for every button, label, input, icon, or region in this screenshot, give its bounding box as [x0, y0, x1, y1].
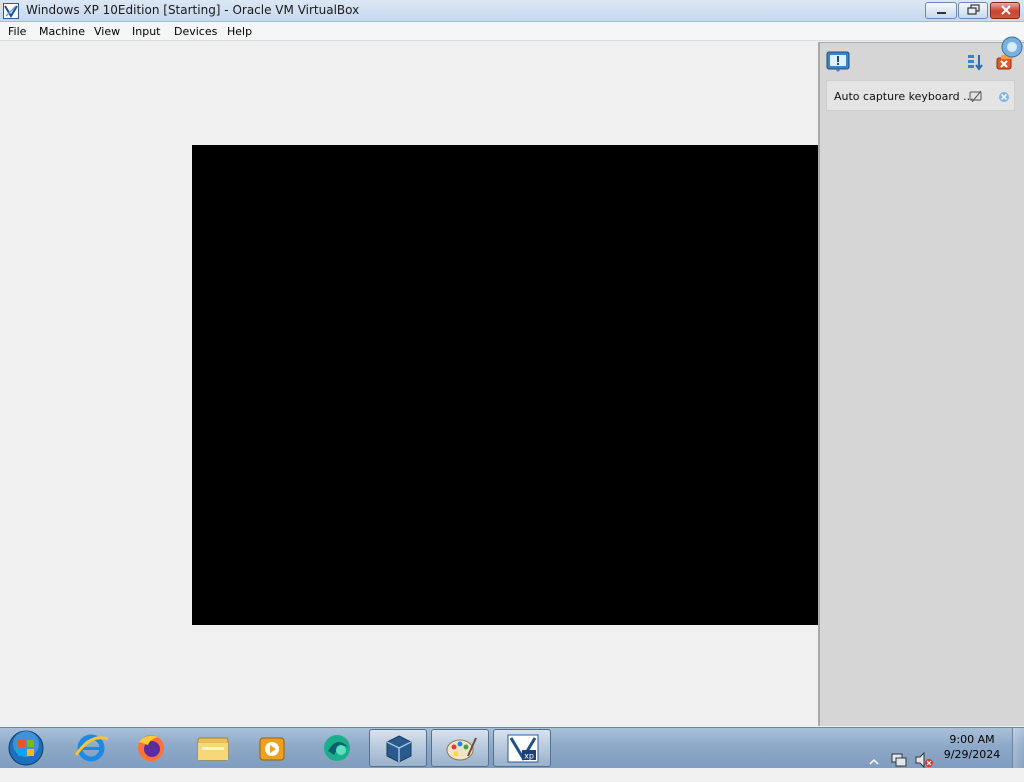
taskbar-virtualbox[interactable]	[369, 729, 427, 767]
maximize-icon	[967, 4, 980, 15]
media-player-icon	[259, 737, 285, 761]
taskbar-file-explorer[interactable]	[184, 729, 242, 767]
virtualbox-icon	[386, 735, 412, 763]
network-icon[interactable]	[890, 740, 908, 780]
menu-file[interactable]: File	[8, 25, 26, 38]
notification-icon[interactable]	[826, 51, 850, 73]
window-title: Windows XP 10Edition [Starting] - Oracle…	[26, 3, 360, 17]
file-explorer-icon	[197, 737, 229, 761]
taskbar-paint[interactable]	[431, 729, 489, 767]
firefox-icon	[138, 735, 164, 761]
taskbar-clock[interactable]: 9:00 AM 9/29/2024	[940, 732, 1004, 762]
menu-input[interactable]: Input	[132, 25, 160, 38]
windows-xp-vm-icon: xp	[507, 734, 539, 763]
virtualbox-icon	[3, 3, 19, 19]
maximize-button[interactable]	[958, 2, 988, 19]
taskbar-media-player[interactable]	[244, 729, 302, 767]
close-icon	[1001, 5, 1011, 15]
svg-text:xp: xp	[524, 752, 534, 761]
window-titlebar[interactable]: Windows XP 10Edition [Starting] - Oracle…	[0, 0, 1024, 22]
menubar: File Machine View Input Devices Help	[0, 22, 1024, 41]
menu-devices[interactable]: Devices	[174, 25, 217, 38]
minimize-icon	[937, 12, 946, 14]
menu-machine[interactable]: Machine	[39, 25, 85, 38]
windows-start-orb-icon[interactable]	[4, 729, 48, 767]
minimize-button[interactable]	[925, 2, 957, 19]
network-icon	[1001, 36, 1023, 58]
show-hidden-icons-icon[interactable]	[868, 742, 880, 782]
notification-center-panel: Auto capture keyboard ...	[818, 36, 1024, 726]
notification-message: Auto capture keyboard ...	[834, 90, 974, 103]
taskbar-firefox[interactable]	[122, 729, 180, 767]
taskbar-browser[interactable]	[308, 729, 366, 767]
show-desktop-button[interactable]	[1012, 728, 1024, 768]
taskbar: xp 9:00 AM 9/29/2024	[0, 727, 1024, 769]
notification-item[interactable]: Auto capture keyboard ...	[826, 80, 1015, 111]
menu-view[interactable]: View	[94, 25, 120, 38]
clock-time: 9:00 AM	[949, 733, 995, 746]
browser-icon	[324, 735, 350, 761]
do-not-show-icon[interactable]	[969, 90, 983, 104]
taskbar-internet-explorer[interactable]	[62, 729, 120, 767]
clock-date: 9/29/2024	[943, 748, 1001, 761]
sort-icon[interactable]	[966, 53, 984, 71]
taskbar-windows-xp-vm[interactable]: xp	[493, 729, 551, 767]
internet-explorer-icon	[74, 734, 109, 762]
paint-icon	[446, 737, 477, 761]
close-button[interactable]	[990, 2, 1020, 19]
close-icon[interactable]	[997, 90, 1011, 104]
menu-help[interactable]: Help	[227, 25, 252, 38]
vm-screen[interactable]	[192, 145, 819, 625]
volume-muted-icon[interactable]	[914, 740, 934, 780]
